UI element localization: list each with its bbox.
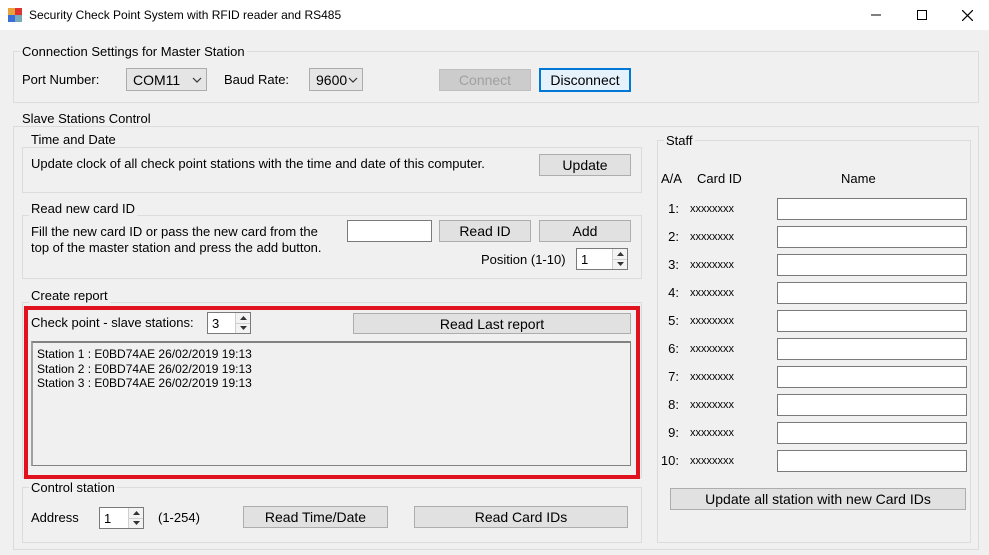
staff-name-input[interactable] [777, 394, 967, 416]
control-station-title: Control station [29, 480, 117, 495]
time-date-description: Update clock of all check point stations… [31, 156, 485, 171]
staff-name-input[interactable] [777, 198, 967, 220]
spin-up-icon[interactable] [236, 313, 250, 323]
spin-down-icon[interactable] [129, 517, 143, 528]
update-time-button[interactable]: Update [539, 154, 631, 176]
staff-name-input[interactable] [777, 366, 967, 388]
spin-up-icon[interactable] [613, 249, 627, 259]
slave-stations-title: Slave Stations Control [20, 111, 153, 126]
staff-row-number: 8: [668, 397, 679, 412]
staff-title: Staff [664, 133, 695, 148]
port-number-select[interactable]: COM11 [126, 68, 207, 91]
staff-row-number: 3: [668, 257, 679, 272]
baud-rate-label: Baud Rate: [224, 72, 290, 87]
spin-down-icon[interactable] [236, 322, 250, 333]
chevron-down-icon [348, 77, 358, 83]
card-id-input[interactable] [347, 220, 432, 242]
staff-row-number: 4: [668, 285, 679, 300]
close-icon[interactable] [944, 0, 989, 30]
disconnect-button[interactable]: Disconnect [539, 68, 631, 92]
connection-settings-title: Connection Settings for Master Station [20, 44, 247, 59]
staff-col-name: Name [841, 171, 876, 186]
report-line: Station 2 : E0BD74AE 26/02/2019 19:13 [37, 361, 252, 376]
read-id-button[interactable]: Read ID [439, 220, 531, 242]
read-card-description-line2: top of the master station and press the … [31, 240, 322, 255]
position-label: Position (1-10) [481, 252, 566, 267]
staff-row-number: 2: [668, 229, 679, 244]
read-card-description-line1: Fill the new card ID or pass the new car… [31, 224, 318, 239]
staff-card-id: xxxxxxxx [690, 259, 734, 271]
address-label: Address [31, 510, 79, 525]
staff-name-input[interactable] [777, 422, 967, 444]
address-value: 1 [104, 510, 112, 526]
staff-card-id: xxxxxxxx [690, 231, 734, 243]
staff-row-number: 9: [668, 425, 679, 440]
read-card-title: Read new card ID [29, 201, 138, 216]
report-line: Station 3 : E0BD74AE 26/02/2019 19:13 [37, 376, 252, 390]
staff-row-number: 6: [668, 341, 679, 356]
time-date-title: Time and Date [29, 132, 118, 147]
position-stepper[interactable]: 1 [576, 248, 628, 270]
spin-up-icon[interactable] [129, 508, 143, 518]
report-line: Station 1 : E0BD74AE 26/02/2019 19:13 [37, 347, 252, 361]
staff-card-id: xxxxxxxx [690, 399, 734, 411]
baud-rate-select[interactable]: 9600 [309, 68, 363, 91]
window-title: Security Check Point System with RFID re… [29, 8, 342, 22]
staff-name-input[interactable] [777, 254, 967, 276]
minimize-icon[interactable] [853, 0, 899, 30]
staff-name-input[interactable] [777, 282, 967, 304]
staff-name-input[interactable] [777, 310, 967, 332]
staff-row-number: 5: [668, 313, 679, 328]
add-button[interactable]: Add [539, 220, 631, 242]
read-last-report-button[interactable]: Read Last report [353, 313, 631, 334]
address-range-label: (1-254) [158, 510, 200, 525]
position-value: 1 [581, 251, 589, 267]
staff-col-aa: A/A [661, 171, 682, 186]
address-stepper[interactable]: 1 [99, 507, 144, 529]
spin-down-icon[interactable] [613, 258, 627, 269]
staff-card-id: xxxxxxxx [690, 343, 734, 355]
staff-col-card-id: Card ID [697, 171, 742, 186]
port-number-value: COM11 [133, 71, 181, 88]
port-number-label: Port Number: [22, 72, 100, 87]
create-report-title: Create report [29, 288, 110, 303]
staff-card-id: xxxxxxxx [690, 287, 734, 299]
staff-card-id: xxxxxxxx [690, 203, 734, 215]
connect-button[interactable]: Connect [439, 69, 531, 91]
staff-card-id: xxxxxxxx [690, 455, 734, 467]
staff-row-number: 1: [668, 201, 679, 216]
staff-name-input[interactable] [777, 450, 967, 472]
checkpoint-stepper[interactable]: 3 [207, 312, 251, 334]
app-icon [8, 8, 22, 22]
staff-name-input[interactable] [777, 226, 967, 248]
checkpoint-label: Check point - slave stations: [31, 315, 194, 330]
maximize-icon[interactable] [899, 0, 945, 30]
read-time-date-button[interactable]: Read Time/Date [243, 506, 388, 528]
staff-row-number: 7: [668, 369, 679, 384]
staff-name-input[interactable] [777, 338, 967, 360]
baud-rate-value: 9600 [316, 71, 348, 88]
staff-row-number: 10: [660, 453, 679, 468]
read-card-ids-button[interactable]: Read Card IDs [414, 506, 628, 528]
update-all-cards-button[interactable]: Update all station with new Card IDs [670, 488, 966, 510]
checkpoint-value: 3 [212, 315, 220, 331]
staff-card-id: xxxxxxxx [690, 315, 734, 327]
staff-card-id: xxxxxxxx [690, 371, 734, 383]
staff-card-id: xxxxxxxx [690, 427, 734, 439]
report-output[interactable]: Station 1 : E0BD74AE 26/02/2019 19:13 St… [31, 341, 631, 466]
chevron-down-icon [192, 77, 202, 83]
